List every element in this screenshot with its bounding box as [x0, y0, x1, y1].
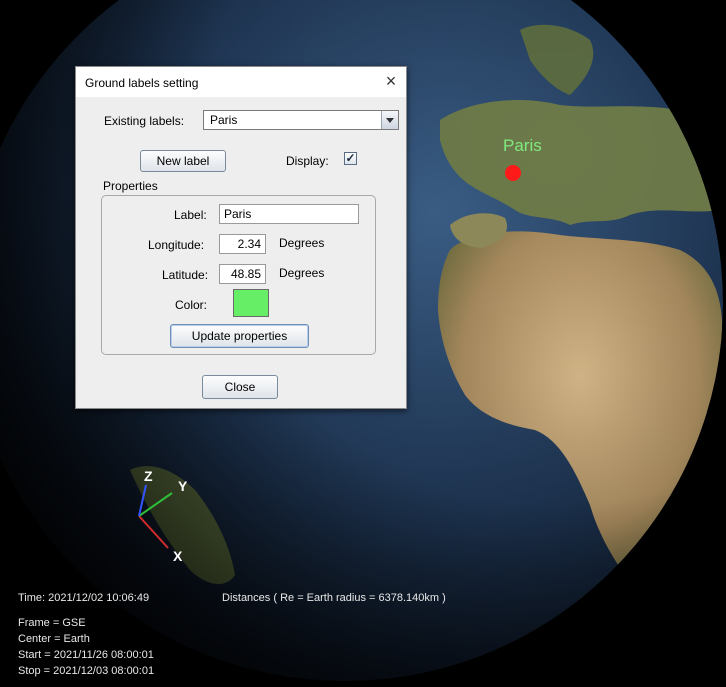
label-field-label: Label:: [174, 208, 207, 222]
checkmark-icon: ✓: [345, 151, 356, 165]
stop-readout: Stop = 2021/12/03 08:00:01: [18, 665, 155, 677]
latitude-label: Latitude:: [162, 268, 209, 282]
label-field[interactable]: Paris: [219, 204, 359, 224]
frame-readout: Frame = GSE: [18, 617, 86, 629]
properties-title: Properties: [103, 179, 158, 193]
dialog-titlebar[interactable]: Ground labels setting ×: [76, 67, 406, 97]
display-checkbox[interactable]: ✓: [344, 152, 357, 165]
dialog-title: Ground labels setting: [85, 76, 199, 90]
longitude-unit: Degrees: [279, 236, 325, 250]
close-icon[interactable]: ×: [381, 71, 401, 91]
time-readout: Time: 2021/12/02 10:06:49: [18, 592, 150, 604]
ground-labels-dialog: Ground labels setting × Existing labels:…: [75, 66, 407, 409]
close-button[interactable]: Close: [202, 375, 278, 399]
latitude-unit: Degrees: [279, 266, 325, 280]
paris-marker[interactable]: [505, 165, 521, 181]
latitude-field[interactable]: 48.85: [219, 264, 266, 284]
display-label: Display:: [286, 154, 329, 168]
axis-label-y: Y: [178, 478, 188, 494]
existing-labels-value: Paris: [210, 113, 238, 127]
center-readout: Center = Earth: [18, 633, 90, 645]
chevron-down-icon[interactable]: [381, 111, 398, 129]
axis-label-z: Z: [144, 468, 153, 484]
existing-labels-label: Existing labels:: [104, 114, 185, 128]
update-properties-button[interactable]: Update properties: [170, 324, 309, 348]
new-label-button[interactable]: New label: [140, 150, 226, 172]
start-readout: Start = 2021/11/26 08:00:01: [18, 649, 154, 661]
distances-readout: Distances ( Re = Earth radius = 6378.140…: [222, 592, 446, 604]
longitude-field[interactable]: 2.34: [219, 234, 266, 254]
longitude-label: Longitude:: [148, 238, 205, 252]
existing-labels-select[interactable]: Paris: [203, 110, 399, 130]
color-label: Color:: [175, 298, 208, 312]
city-label-paris: Paris: [503, 136, 542, 155]
axis-label-x: X: [173, 548, 183, 564]
color-swatch[interactable]: [233, 289, 269, 317]
